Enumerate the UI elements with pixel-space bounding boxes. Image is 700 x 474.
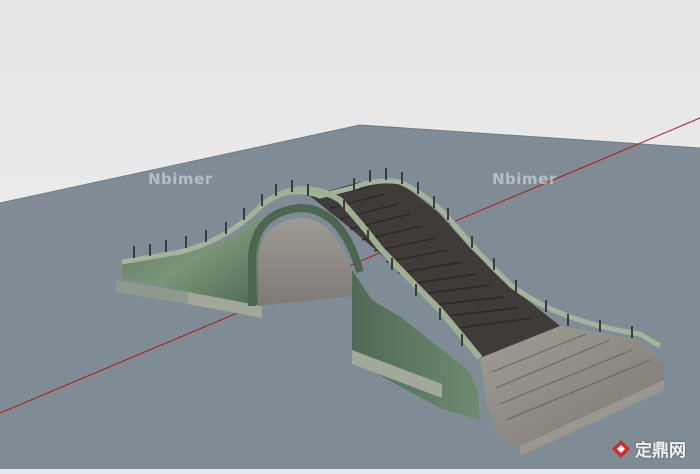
watermark-right: Nbimer: [492, 170, 557, 188]
sketchup-viewport[interactable]: Nbimer Nbimer 定鼎网: [0, 0, 700, 469]
scene-canvas: [0, 0, 700, 469]
brand-badge: 定鼎网: [611, 436, 686, 461]
brand-name: 定鼎网: [635, 441, 686, 461]
red-diamond-logo-icon: [612, 439, 630, 458]
watermark-left: Nbimer: [148, 170, 213, 188]
